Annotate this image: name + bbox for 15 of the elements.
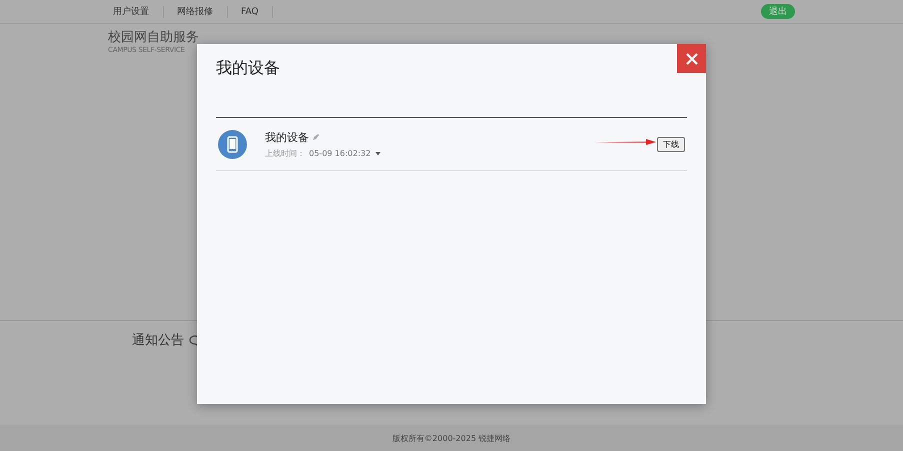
- device-name: 我的设备: [265, 130, 309, 144]
- site-title: 校园网自助服务: [108, 29, 200, 46]
- copyright-text: 版权所有©2000-2025 锐捷网络: [392, 432, 511, 444]
- dialog-title: 我的设备: [216, 58, 281, 79]
- phone-icon: [218, 130, 247, 158]
- nav-link[interactable]: 网络报修: [168, 6, 228, 18]
- close-icon[interactable]: [684, 52, 698, 66]
- nav-link[interactable]: FAQ: [232, 6, 274, 18]
- time-label: 上线时间：: [265, 148, 305, 158]
- section-title: 通知公告: [132, 332, 184, 349]
- online-time: 05-09 16:02:32: [309, 148, 371, 158]
- nav-link[interactable]: 用户设置: [104, 6, 164, 18]
- offline-button[interactable]: 下线: [657, 136, 685, 152]
- dropdown-icon[interactable]: [374, 150, 381, 156]
- close-button[interactable]: [677, 44, 706, 73]
